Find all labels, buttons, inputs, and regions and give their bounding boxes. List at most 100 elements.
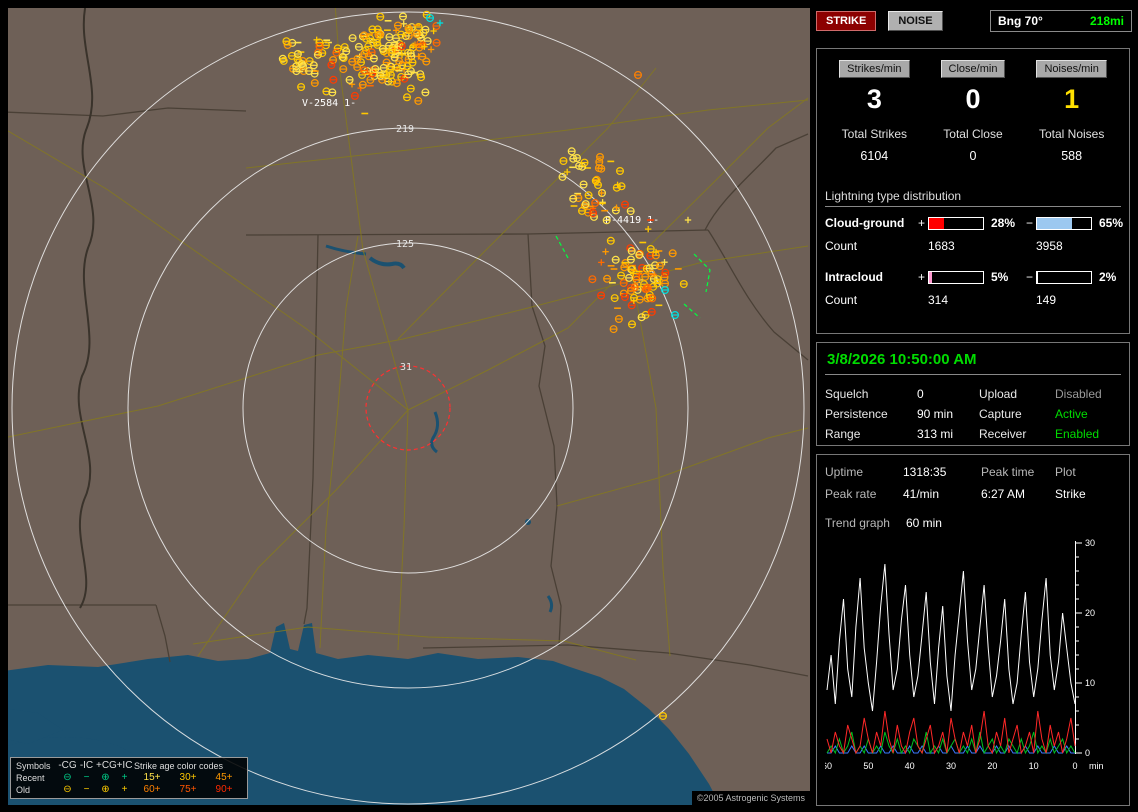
ring-label-219: 219 (396, 124, 414, 135)
recent-ic-plus-icon: + (115, 772, 134, 784)
strikes-per-min-value: 3 (825, 84, 924, 115)
noise-toggle-button[interactable]: NOISE (888, 11, 942, 31)
svg-text:10: 10 (1085, 678, 1095, 688)
age-45: 45+ (206, 772, 242, 784)
age-15: 15+ (134, 772, 170, 784)
trend-window-value: 60 min (906, 516, 942, 530)
svg-text:30: 30 (946, 761, 956, 771)
lightning-map[interactable]: 219 125 31 V-2584 1- P-4419 1- Symbols -… (8, 8, 810, 805)
peak-time-value: 6:27 AM (981, 487, 1055, 501)
close-per-min-value: 0 (924, 84, 1023, 115)
strikes-per-min-button[interactable]: Strikes/min (839, 60, 909, 78)
trend-graph-canvas: 01020306050403020100min (825, 537, 1121, 787)
age-90: 90+ (206, 784, 242, 796)
old-ic-minus-icon: − (77, 784, 96, 796)
plot-value: Strike (1055, 487, 1121, 501)
upload-status: Disabled (1055, 387, 1125, 401)
bearing-value: Bng 70° (998, 14, 1043, 28)
receiver-label: Receiver (979, 427, 1055, 441)
svg-text:0: 0 (1085, 748, 1090, 758)
strike-toggle-button[interactable]: STRIKE (816, 11, 876, 31)
settings-row: Squelch 0 Upload Disabled (825, 384, 1121, 404)
peak-rate-value: 41/min (903, 487, 981, 501)
old-ic-plus-icon: + (115, 784, 134, 796)
receiver-status: Enabled (1055, 427, 1125, 441)
ring-label-125: 125 (396, 239, 414, 250)
intracloud-count-row: Count 314 149 (825, 289, 1121, 311)
cg-minus-pct: 65% (1094, 216, 1121, 230)
total-strikes-label: Total Strikes (825, 127, 924, 141)
plus-sign: + (915, 216, 928, 230)
settings-row: Range 313 mi Receiver Enabled (825, 424, 1121, 444)
legend-col-cg-minus: -CG (58, 760, 77, 772)
intracloud-row: Intracloud + 5% − 2% (825, 265, 1121, 289)
peak-rate-label: Peak rate (825, 487, 903, 501)
trend-graph: 01020306050403020100min (825, 537, 1121, 792)
current-datetime: 3/8/2026 10:50:00 AM (825, 349, 1121, 375)
persistence-value: 90 min (917, 407, 979, 421)
trend-graph-header: Trend graph 60 min (825, 513, 1121, 533)
range-value: 313 mi (917, 427, 979, 441)
legend-old-label: Old (16, 784, 58, 796)
legend-recent-label: Recent (16, 772, 58, 784)
stats-row: Peak rate 41/min 6:27 AM Strike (825, 483, 1121, 505)
close-per-min-button[interactable]: Close/min (941, 60, 1006, 78)
trend-graph-label: Trend graph (825, 516, 890, 530)
svg-text:30: 30 (1085, 538, 1095, 548)
age-75: 75+ (170, 784, 206, 796)
cg-plus-bar (928, 217, 984, 230)
distance-value: 218mi (1090, 14, 1124, 28)
age-60: 60+ (134, 784, 170, 796)
plus-sign: + (915, 270, 928, 284)
legend-col-cg-plus: +CG (96, 760, 115, 772)
recent-cg-plus-icon: ⊕ (96, 772, 115, 784)
svg-text:50: 50 (863, 761, 873, 771)
status-panel: STRIKE NOISE Bng 70° 218mi Strikes/min C… (816, 8, 1132, 806)
datetime-panel: 3/8/2026 10:50:00 AM Squelch 0 Upload Di… (816, 342, 1130, 446)
map-canvas: 219 125 31 V-2584 1- P-4419 1- (8, 8, 810, 805)
age-30: 30+ (170, 772, 206, 784)
svg-text:60: 60 (825, 761, 832, 771)
ic-plus-pct: 5% (986, 270, 1023, 284)
range-label: Range (825, 427, 917, 441)
ic-plus-count: 314 (928, 293, 986, 307)
distribution-heading: Lightning type distribution (825, 189, 1121, 207)
storm-label-v2584: V-2584 1- (302, 98, 356, 109)
cloud-ground-count-row: Count 1683 3958 (825, 235, 1121, 257)
persistence-label: Persistence (825, 407, 917, 421)
legend-col-ic-minus: -IC (77, 760, 96, 772)
plot-label: Plot (1055, 465, 1121, 479)
upload-label: Upload (979, 387, 1055, 401)
svg-text:0: 0 (1072, 761, 1077, 771)
noises-per-min-value: 1 (1022, 84, 1121, 115)
cg-plus-count: 1683 (928, 239, 986, 253)
capture-status: Active (1055, 407, 1125, 421)
old-cg-minus-icon: ⊖ (58, 784, 77, 796)
capture-label: Capture (979, 407, 1055, 421)
total-noises-label: Total Noises (1022, 127, 1121, 141)
cg-plus-pct: 28% (986, 216, 1023, 230)
bearing-distance-readout: Bng 70° 218mi (990, 10, 1132, 32)
ring-label-31: 31 (400, 362, 412, 373)
stats-panel: Uptime 1318:35 Peak time Plot Peak rate … (816, 454, 1130, 806)
intracloud-label: Intracloud (825, 270, 915, 284)
old-cg-plus-icon: ⊕ (96, 784, 115, 796)
legend-symbols-header: Symbols (16, 760, 58, 772)
minus-sign: − (1023, 216, 1036, 230)
ic-minus-bar (1036, 271, 1092, 284)
total-close-label: Total Close (924, 127, 1023, 141)
svg-text:20: 20 (987, 761, 997, 771)
ic-count-label: Count (825, 293, 915, 307)
squelch-value: 0 (917, 387, 979, 401)
svg-text:10: 10 (1029, 761, 1039, 771)
cg-minus-count: 3958 (1036, 239, 1094, 253)
stats-row: Uptime 1318:35 Peak time Plot (825, 461, 1121, 483)
legend-age-header: Strike age color codes (134, 760, 242, 772)
cloud-ground-label: Cloud-ground (825, 216, 915, 230)
rates-panel: Strikes/min Close/min Noises/min 3 0 1 T… (816, 48, 1130, 334)
noises-per-min-button[interactable]: Noises/min (1036, 60, 1106, 78)
recent-cg-minus-icon: ⊖ (58, 772, 77, 784)
cloud-ground-row: Cloud-ground + 28% − 65% (825, 211, 1121, 235)
map-legend: Symbols -CG -IC +CG +IC Strike age color… (10, 757, 248, 799)
ic-plus-bar (928, 271, 984, 284)
